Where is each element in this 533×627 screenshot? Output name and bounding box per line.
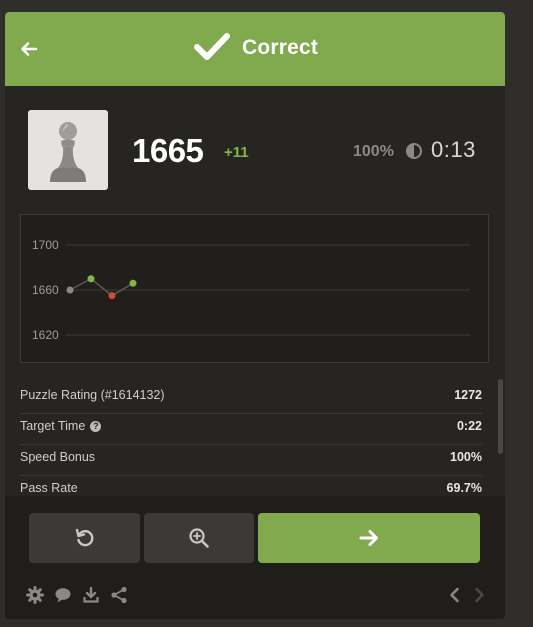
data-point[interactable] (87, 275, 95, 283)
stat-label: Speed Bonus (20, 450, 96, 464)
y-tick-label: 1660 (32, 283, 59, 297)
share-icon[interactable] (110, 586, 128, 604)
stat-value: 100% (450, 450, 482, 464)
result-title: Correct (242, 36, 319, 59)
stat-row: Puzzle Rating (#1614132) 1272 (20, 383, 482, 414)
stat-label-text: Target Time (20, 419, 86, 433)
stats-list: Puzzle Rating (#1614132) 1272 Target Tim… (20, 383, 482, 506)
result-header: Correct (5, 12, 505, 86)
arrow-left-icon[interactable] (19, 39, 39, 59)
data-point[interactable] (108, 292, 116, 300)
stat-row: Speed Bonus 100% (20, 445, 482, 476)
rating-change: +11 (224, 144, 249, 161)
action-bar (5, 496, 505, 619)
rating-chart-svg: 1700 1660 1620 (32, 238, 470, 342)
analysis-button[interactable] (144, 513, 254, 563)
stat-label: Puzzle Rating (#1614132) (20, 388, 165, 402)
accuracy-value: 100% (353, 143, 394, 160)
player-rating: 1665 (132, 132, 204, 169)
y-tick-label: 1700 (32, 238, 59, 252)
checkmark-icon (194, 33, 230, 60)
retry-icon (75, 528, 93, 547)
series-line (69, 277, 134, 297)
pawn-icon (50, 122, 86, 182)
chat-icon[interactable] (54, 586, 72, 604)
stat-label: Pass Rate (20, 481, 78, 495)
rating-chart: 1700 1660 1620 (20, 214, 489, 363)
chevron-right-icon[interactable] (470, 586, 488, 604)
retry-button[interactable] (29, 513, 140, 563)
stat-value: 69.7% (446, 481, 482, 495)
stats-scrollbar[interactable] (498, 379, 503, 454)
help-icon[interactable]: ? (90, 421, 102, 432)
data-point[interactable] (66, 286, 74, 294)
stat-value: 0:22 (456, 419, 482, 433)
arrow-right-icon (359, 530, 378, 546)
half-circle-icon (406, 143, 422, 159)
solve-time: 0:13 (431, 137, 476, 162)
download-icon[interactable] (82, 586, 100, 604)
magnify-analysis-icon (189, 528, 209, 548)
y-tick-label: 1620 (32, 328, 59, 342)
stat-value: 1272 (454, 388, 482, 402)
stat-row: Target Time? 0:22 (20, 414, 482, 445)
next-puzzle-button[interactable] (258, 513, 480, 563)
gear-icon[interactable] (26, 586, 44, 604)
stat-label-with-help: Target Time? (20, 419, 102, 433)
avatar (28, 110, 108, 190)
data-point[interactable] (129, 279, 137, 287)
puzzle-result-panel: Correct 1665 +11 100% 0:13 1700 1660 1620 … (5, 12, 505, 619)
chevron-left-icon[interactable] (446, 586, 464, 604)
